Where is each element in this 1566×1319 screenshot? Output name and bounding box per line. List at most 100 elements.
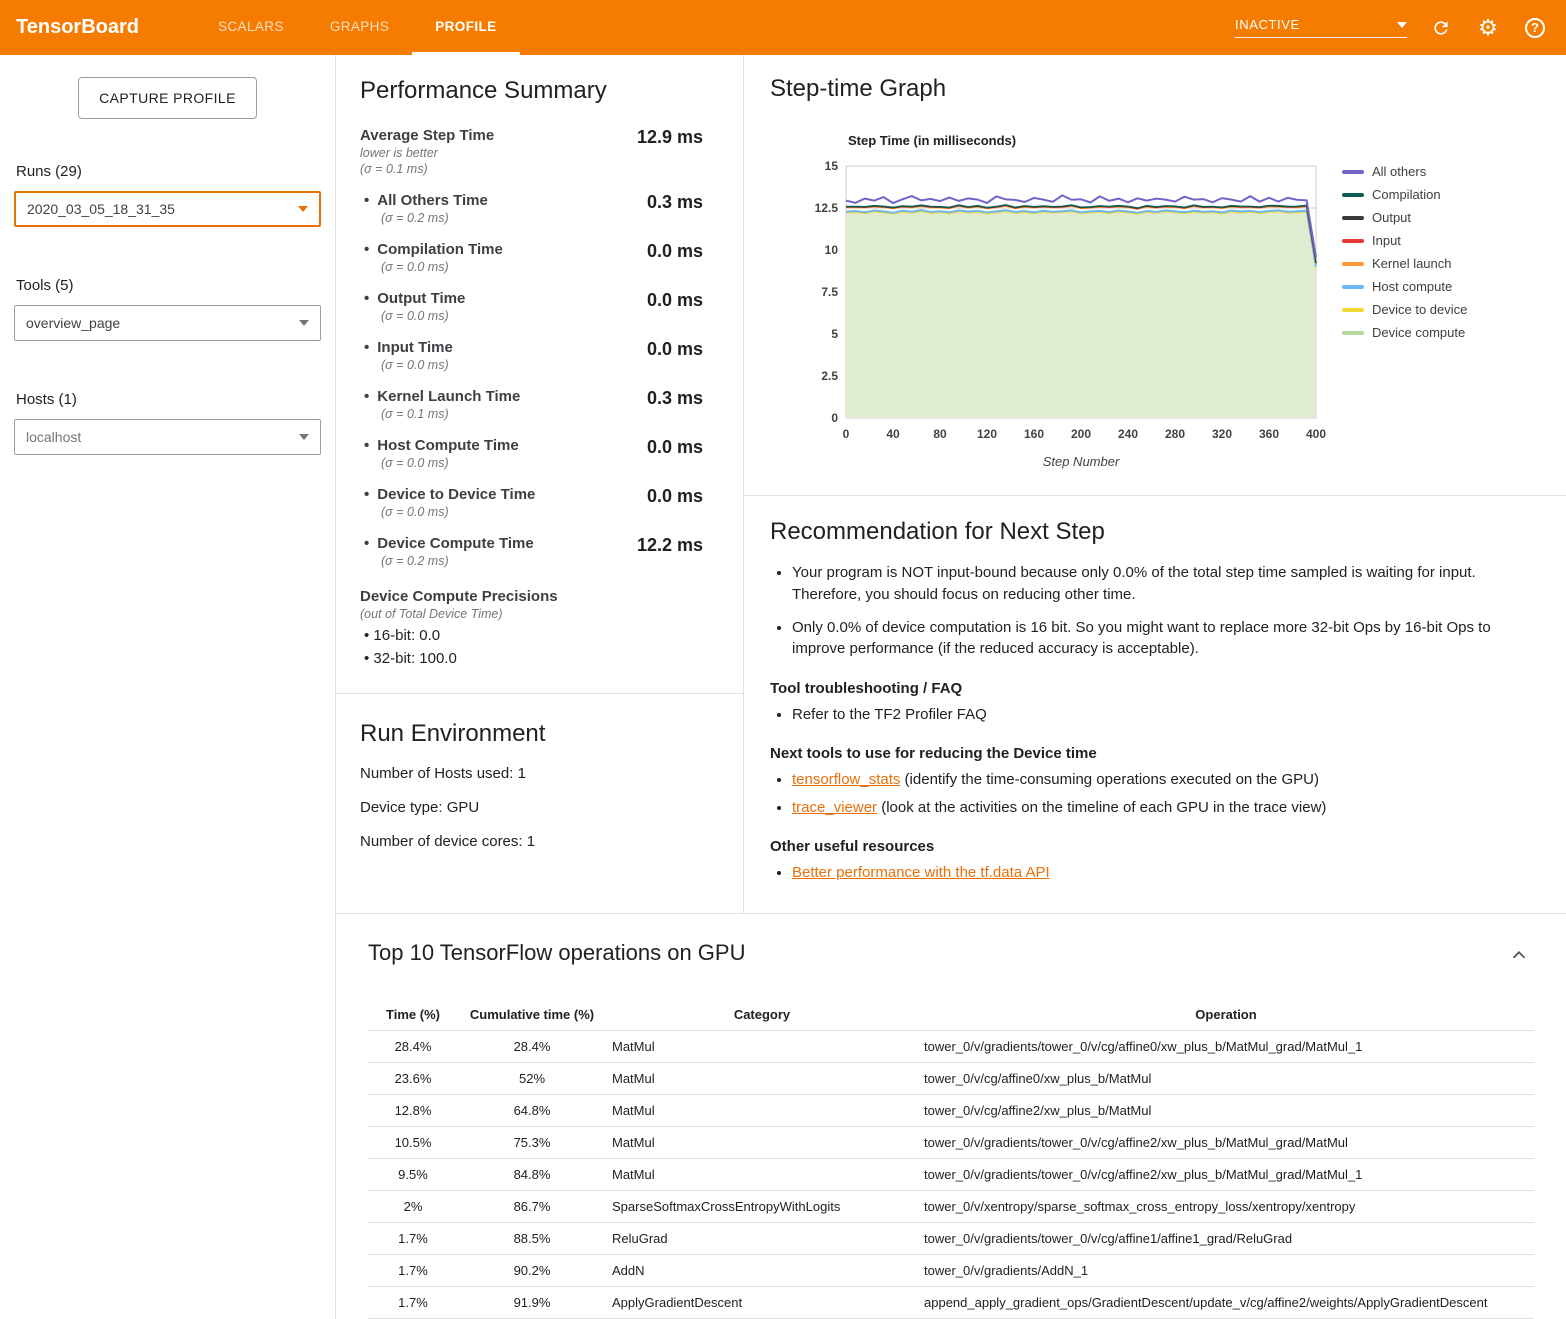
table-row: 10.5%75.3%MatMultower_0/v/gradients/towe… bbox=[368, 1127, 1534, 1159]
gear-icon[interactable]: ⚙ bbox=[1475, 15, 1501, 41]
metric-row: •All Others Time(σ = 0.2 ms)0.3 ms bbox=[360, 192, 719, 225]
legend-label: Output bbox=[1372, 210, 1411, 225]
help-icon[interactable]: ? bbox=[1522, 15, 1548, 41]
tool-link[interactable]: tensorflow_stats bbox=[792, 771, 900, 788]
ops-cell: 52% bbox=[458, 1063, 606, 1095]
topbar: TensorBoard SCALARSGRAPHSPROFILE INACTIV… bbox=[0, 0, 1566, 55]
hosts-dropdown[interactable]: localhost bbox=[14, 419, 321, 455]
status-dropdown-value: INACTIVE bbox=[1235, 17, 1300, 32]
average-step-time-sigma: (σ = 0.1 ms) bbox=[360, 162, 494, 176]
collapse-chevron-up-icon[interactable] bbox=[1504, 940, 1534, 975]
status-dropdown[interactable]: INACTIVE bbox=[1235, 17, 1407, 38]
metric-sigma: (σ = 0.2 ms) bbox=[381, 554, 534, 568]
table-row: 1.7%91.9%ApplyGradientDescentappend_appl… bbox=[368, 1287, 1534, 1319]
table-row: 28.4%28.4%MatMultower_0/v/gradients/towe… bbox=[368, 1031, 1534, 1063]
chart-x-axis-label: Step Number bbox=[846, 454, 1316, 469]
ops-cell: 84.8% bbox=[458, 1159, 606, 1191]
next-tools-header: Next tools to use for reducing the Devic… bbox=[770, 745, 1540, 762]
ops-col-header: Operation bbox=[918, 999, 1534, 1031]
recommendation-title: Recommendation for Next Step bbox=[770, 518, 1540, 546]
run-environment-title: Run Environment bbox=[360, 720, 719, 748]
run-environment-section: Run Environment Number of Hosts used: 1D… bbox=[336, 694, 743, 876]
legend-label: Kernel launch bbox=[1372, 256, 1452, 271]
metric-row: •Kernel Launch Time(σ = 0.1 ms)0.3 ms bbox=[360, 388, 719, 421]
tab-profile[interactable]: PROFILE bbox=[412, 0, 519, 55]
metric-sigma: (σ = 0.0 ms) bbox=[381, 505, 535, 519]
performance-summary-title: Performance Summary bbox=[360, 77, 719, 105]
runs-dropdown-value: 2020_03_05_18_31_35 bbox=[27, 201, 175, 217]
legend-swatch bbox=[1342, 193, 1364, 197]
faq-header: Tool troubleshooting / FAQ bbox=[770, 680, 1540, 697]
help-question-mark: ? bbox=[1525, 18, 1545, 38]
hosts-label: Hosts (1) bbox=[16, 391, 321, 408]
metric-sigma: (σ = 0.0 ms) bbox=[381, 309, 465, 323]
capture-profile-button[interactable]: CAPTURE PROFILE bbox=[78, 77, 257, 119]
legend-label: All others bbox=[1372, 164, 1426, 179]
legend-label: Device compute bbox=[1372, 325, 1465, 340]
recommendation-section: Recommendation for Next Step Your progra… bbox=[744, 495, 1566, 913]
step-time-graph-section: Step-time Graph Step Time (in millisecon… bbox=[744, 55, 1566, 495]
svg-text:360: 360 bbox=[1259, 427, 1279, 441]
legend-swatch bbox=[1342, 262, 1364, 266]
bullet-icon: • bbox=[364, 339, 369, 356]
tools-dropdown[interactable]: overview_page bbox=[14, 305, 321, 341]
tab-graphs[interactable]: GRAPHS bbox=[307, 0, 412, 55]
bullet-icon: • bbox=[364, 437, 369, 454]
metric-label: •Input Time bbox=[364, 339, 453, 356]
average-step-time-label: Average Step Time bbox=[360, 127, 494, 144]
svg-text:400: 400 bbox=[1306, 427, 1326, 441]
legend-item: Device compute bbox=[1342, 325, 1467, 340]
metric-row: •Output Time(σ = 0.0 ms)0.0 ms bbox=[360, 290, 719, 323]
metric-sigma: (σ = 0.0 ms) bbox=[381, 456, 519, 470]
ops-cell: 90.2% bbox=[458, 1255, 606, 1287]
ops-cell: 91.9% bbox=[458, 1287, 606, 1319]
ops-cell: 86.7% bbox=[458, 1191, 606, 1223]
env-line: Number of device cores: 1 bbox=[360, 833, 719, 850]
ops-cell: MatMul bbox=[606, 1095, 918, 1127]
step-time-graph-title: Step-time Graph bbox=[770, 75, 1540, 103]
ops-cell: 10.5% bbox=[368, 1127, 458, 1159]
svg-text:240: 240 bbox=[1118, 427, 1138, 441]
svg-text:120: 120 bbox=[977, 427, 997, 441]
tools-label: Tools (5) bbox=[16, 277, 321, 294]
ops-cell: tower_0/v/gradients/tower_0/v/cg/affine2… bbox=[918, 1127, 1534, 1159]
runs-label: Runs (29) bbox=[16, 163, 321, 180]
metric-value: 0.0 ms bbox=[647, 486, 719, 519]
legend-label: Input bbox=[1372, 233, 1401, 248]
ops-cell: MatMul bbox=[606, 1063, 918, 1095]
ops-cell: tower_0/v/gradients/tower_0/v/cg/affine2… bbox=[918, 1159, 1534, 1191]
run-environment-lines: Number of Hosts used: 1Device type: GPUN… bbox=[360, 765, 719, 850]
average-step-time: Average Step Time lower is better (σ = 0… bbox=[360, 127, 719, 176]
svg-text:320: 320 bbox=[1212, 427, 1232, 441]
metric-label: •Host Compute Time bbox=[364, 437, 519, 454]
performance-summary-section: Performance Summary Average Step Time lo… bbox=[336, 55, 743, 693]
ops-cell: tower_0/v/gradients/tower_0/v/cg/affine1… bbox=[918, 1223, 1534, 1255]
ops-cell: MatMul bbox=[606, 1127, 918, 1159]
content: Performance Summary Average Step Time lo… bbox=[335, 55, 1566, 1319]
tool-link[interactable]: trace_viewer bbox=[792, 799, 877, 816]
ops-cell: 23.6% bbox=[368, 1063, 458, 1095]
legend-item: Compilation bbox=[1342, 187, 1467, 202]
runs-dropdown[interactable]: 2020_03_05_18_31_35 bbox=[14, 191, 321, 227]
nav-tabs: SCALARSGRAPHSPROFILE bbox=[195, 0, 520, 55]
precision-item: • 32-bit: 100.0 bbox=[360, 650, 719, 667]
ops-col-header: Cumulative time (%) bbox=[458, 999, 606, 1031]
metric-label: •Device to Device Time bbox=[364, 486, 535, 503]
top-ops-table: Time (%)Cumulative time (%)CategoryOpera… bbox=[368, 999, 1534, 1319]
chevron-down-icon bbox=[299, 434, 309, 440]
ops-cell: tower_0/v/xentropy/sparse_softmax_cross_… bbox=[918, 1191, 1534, 1223]
ops-cell: 28.4% bbox=[458, 1031, 606, 1063]
main-layout: CAPTURE PROFILE Runs (29) 2020_03_05_18_… bbox=[0, 55, 1566, 1319]
legend-item: Input bbox=[1342, 233, 1467, 248]
ops-cell: MatMul bbox=[606, 1159, 918, 1191]
refresh-icon[interactable] bbox=[1428, 15, 1454, 41]
sidebar: CAPTURE PROFILE Runs (29) 2020_03_05_18_… bbox=[0, 55, 335, 1319]
ops-cell: append_apply_gradient_ops/GradientDescen… bbox=[918, 1287, 1534, 1319]
svg-text:7.5: 7.5 bbox=[821, 285, 838, 299]
metrics-list: •All Others Time(σ = 0.2 ms)0.3 ms•Compi… bbox=[360, 192, 719, 568]
next-tool-item: trace_viewer (look at the activities on … bbox=[792, 797, 1540, 818]
svg-text:2.5: 2.5 bbox=[821, 369, 838, 383]
resource-link[interactable]: Better performance with the tf.data API bbox=[792, 864, 1050, 881]
ops-cell: ReluGrad bbox=[606, 1223, 918, 1255]
tab-scalars[interactable]: SCALARS bbox=[195, 0, 307, 55]
